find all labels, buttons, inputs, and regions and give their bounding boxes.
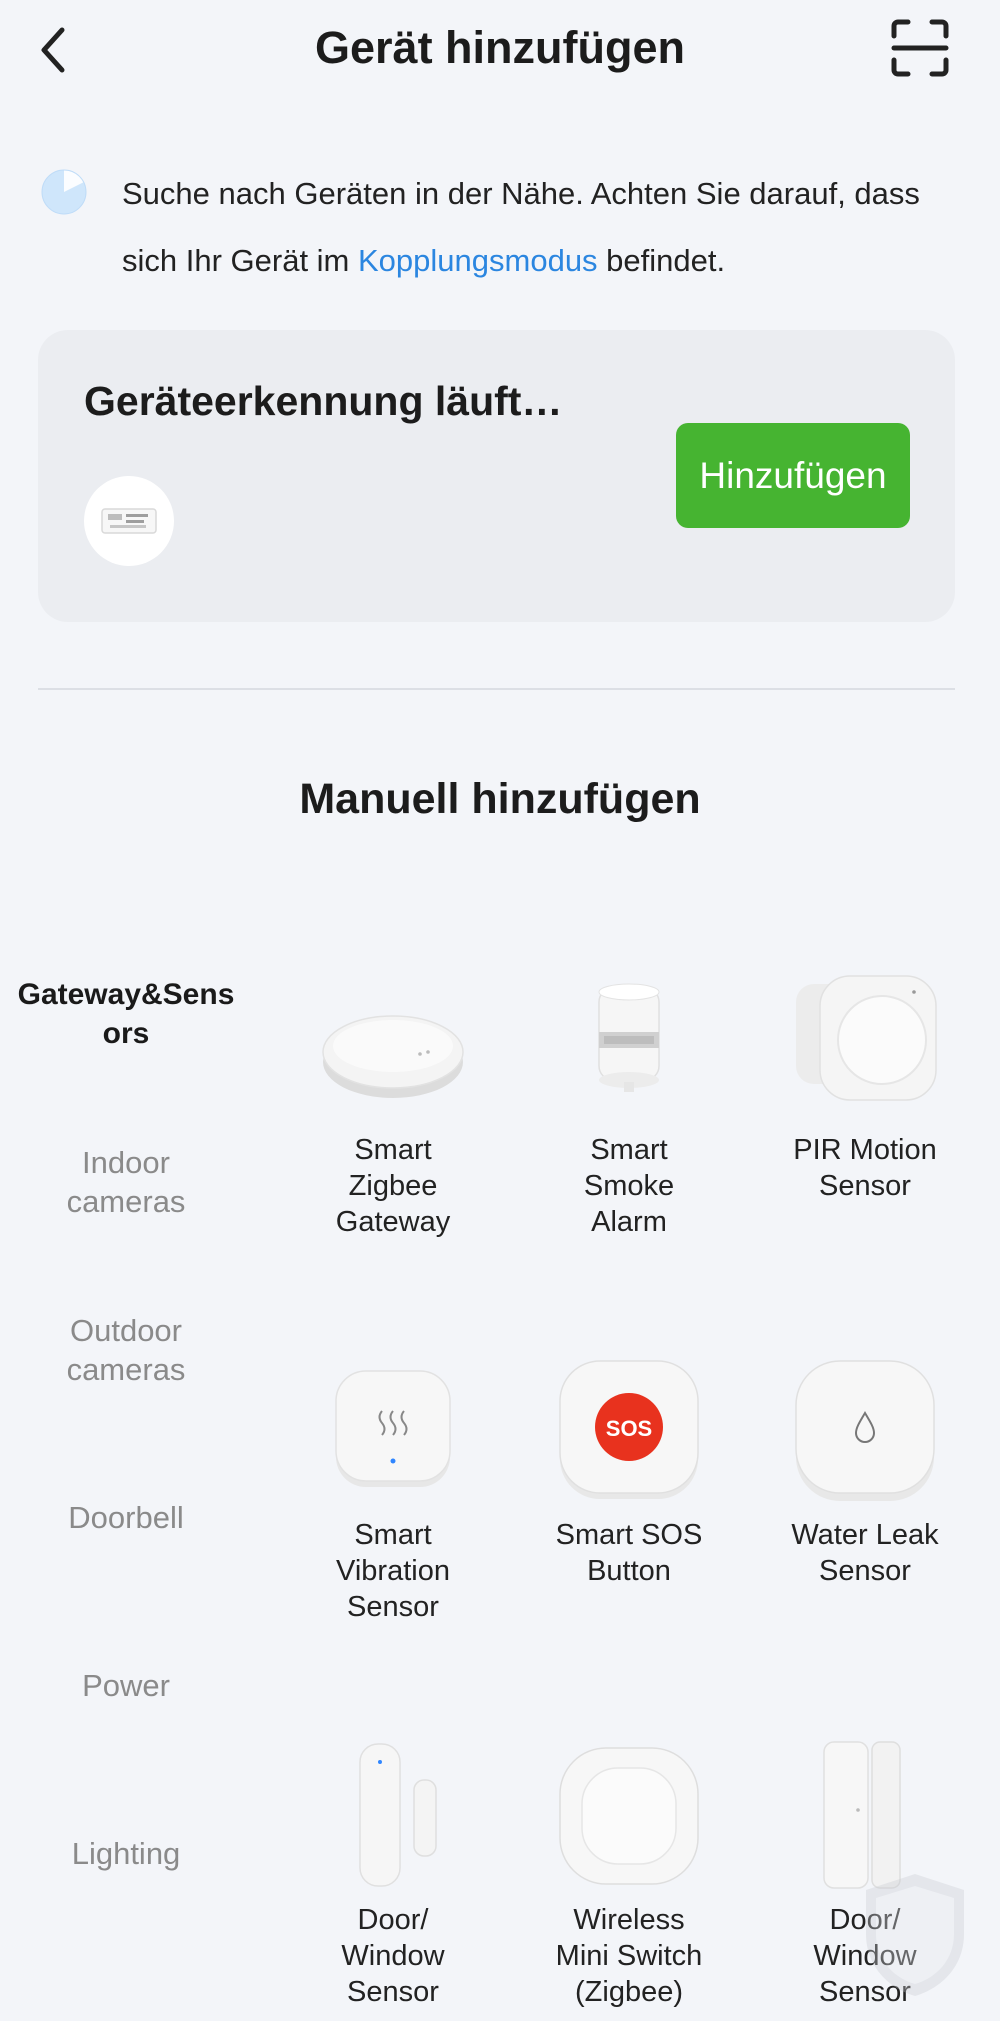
category-label: Power xyxy=(82,1668,170,1703)
product-smart-sos-button[interactable]: SOS Smart SOS Button xyxy=(511,1355,747,1589)
category-doorbell[interactable]: Doorbell xyxy=(0,1498,252,1537)
loading-spinner-icon xyxy=(41,169,87,215)
product-smart-smoke-alarm[interactable]: Smart Smoke Alarm xyxy=(511,970,747,1240)
product-smart-vibration-sensor[interactable]: Smart Vibration Sensor xyxy=(275,1355,511,1625)
category-lighting[interactable]: Lighting xyxy=(0,1834,252,1873)
category-label: Gateway&Sens ors xyxy=(17,978,235,1050)
product-label: Water Leak Sensor xyxy=(791,1519,939,1587)
category-label: Indoor cameras xyxy=(66,1145,186,1219)
category-power[interactable]: Power xyxy=(0,1666,252,1705)
sos-button-icon: SOS xyxy=(559,1360,699,1499)
category-label: Outdoor cameras xyxy=(66,1313,186,1387)
mini-switch-icon xyxy=(559,1747,699,1885)
sos-badge-text: SOS xyxy=(606,1416,652,1441)
category-label: Doorbell xyxy=(68,1500,184,1535)
vibration-sensor-icon xyxy=(335,1370,451,1487)
smoke-alarm-icon xyxy=(598,983,660,1092)
detection-title: Geräteerkennung läuft… xyxy=(84,378,563,424)
product-label: Smart SOS Button xyxy=(555,1519,703,1587)
motion-sensor-icon xyxy=(796,975,937,1101)
category-indoor-cameras[interactable]: Indoor cameras xyxy=(0,1143,252,1221)
category-label: Lighting xyxy=(71,1836,181,1871)
section-divider xyxy=(38,688,955,690)
pairing-mode-link[interactable]: Kopplungsmodus xyxy=(358,243,598,278)
product-label: Door/ Window Sensor xyxy=(341,1904,445,2008)
product-wireless-mini-switch[interactable]: Wireless Mini Switch (Zigbee) xyxy=(511,1740,747,2010)
scan-frame-icon xyxy=(891,19,949,77)
add-device-button[interactable]: Hinzufügen xyxy=(676,423,910,528)
category-gateway-sensors[interactable]: Gateway&Sens ors xyxy=(0,975,252,1053)
product-door-window-sensor[interactable]: Door/ Window Sensor xyxy=(275,1740,511,2010)
search-hint-suffix: befindet. xyxy=(597,243,726,278)
manual-add-title: Manuell hinzufügen xyxy=(299,775,701,823)
product-pir-motion-sensor[interactable]: PIR Motion Sensor xyxy=(747,970,983,1204)
scan-button[interactable] xyxy=(890,18,950,78)
door-window-sensor-slim-icon xyxy=(823,1741,901,1889)
product-water-leak-sensor[interactable]: Water Leak Sensor xyxy=(747,1355,983,1589)
water-leak-sensor-icon xyxy=(795,1360,935,1501)
page-title: Gerät hinzufügen xyxy=(315,22,685,73)
device-detection-card: Geräteerkennung läuft… Hinzufügen xyxy=(38,330,955,622)
category-outdoor-cameras[interactable]: Outdoor cameras xyxy=(0,1311,252,1389)
gateway-hub-icon xyxy=(322,1015,464,1098)
product-label: Smart Zigbee Gateway xyxy=(335,1134,451,1238)
product-smart-zigbee-gateway[interactable]: Smart Zigbee Gateway xyxy=(275,970,511,1240)
door-window-sensor-icon xyxy=(359,1743,437,1887)
product-label: Smart Smoke Alarm xyxy=(583,1134,675,1238)
product-label: Wireless Mini Switch (Zigbee) xyxy=(555,1904,703,2008)
product-label: Smart Vibration Sensor xyxy=(336,1519,450,1623)
header-bar: Gerät hinzufügen xyxy=(0,0,1000,100)
detected-device[interactable] xyxy=(84,476,174,566)
watermark-shield-icon xyxy=(866,1874,964,1996)
search-hint-text: Suche nach Geräten in der Nähe. Achten S… xyxy=(122,160,962,294)
product-label: PIR Motion Sensor xyxy=(793,1134,937,1202)
zigbee-module-icon xyxy=(101,508,157,534)
